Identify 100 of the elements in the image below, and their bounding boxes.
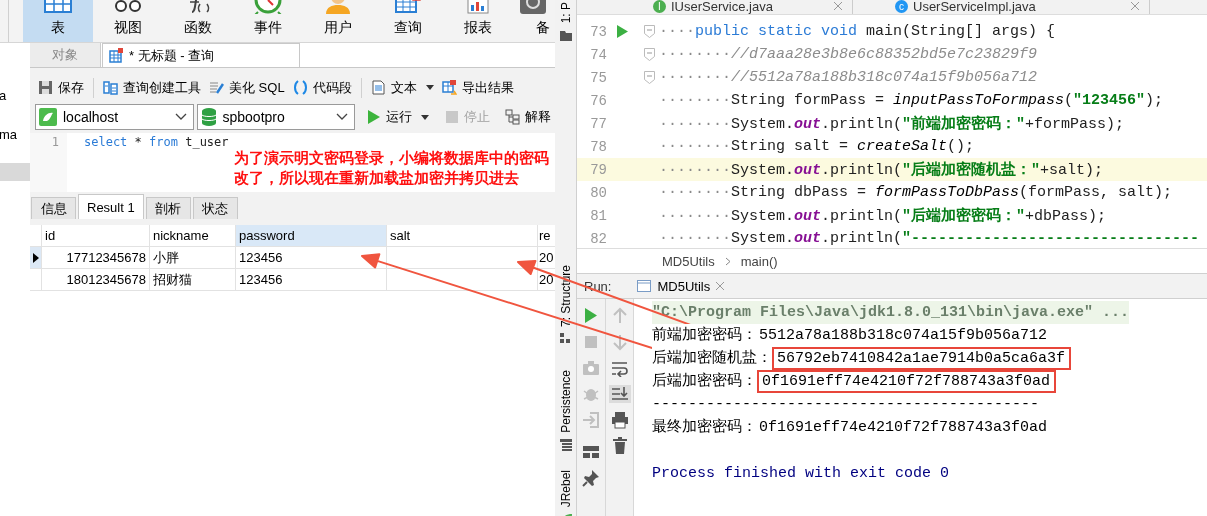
- code-line: ········System.out.println("后端加密密码："+dbPass);: [659, 206, 1107, 225]
- sql-code: select * from t_user: [83, 134, 229, 151]
- table-icon: [42, 0, 74, 14]
- ribbon-button[interactable]: 用户: [303, 0, 373, 42]
- code-line: ········System.out.println("--------------------------------: [659, 230, 1200, 247]
- chevron-icon: [174, 113, 187, 121]
- line-number: 74: [589, 46, 607, 63]
- line-number: 81: [589, 207, 607, 224]
- tool-window-tab[interactable]: 1: P: [558, 2, 573, 24]
- tree-item[interactable]: a: [0, 87, 7, 105]
- camera-icon: [582, 359, 600, 377]
- tab[interactable]: 信息: [31, 197, 76, 219]
- export-icon: [441, 80, 457, 95]
- column-header[interactable]: id: [42, 225, 150, 247]
- line-number: 80: [589, 184, 607, 201]
- dropdown-button[interactable]: 文本: [366, 76, 438, 99]
- breadcrumb-item[interactable]: MD5Utils: [662, 253, 715, 269]
- down-arrow-icon: [610, 333, 629, 351]
- console-line: Process finished with exit code 0: [652, 464, 950, 484]
- console-icon: [637, 280, 652, 292]
- play-icon: [366, 109, 381, 125]
- column-header[interactable]: salt: [387, 225, 538, 247]
- toolbar-button[interactable]: 美化 SQL: [205, 76, 289, 99]
- database-dropdown[interactable]: spbootpro: [196, 104, 355, 130]
- toolbar-button[interactable]: 运行: [362, 106, 433, 128]
- current-row-icon: [33, 252, 39, 263]
- console-value: 5512a78a188b318c074a15f9b056a712: [758, 326, 1049, 346]
- scroll-end-icon: [610, 385, 629, 403]
- print-icon: [610, 411, 629, 429]
- breadcrumb-item[interactable]: main(): [740, 253, 778, 269]
- query-builder-icon: [103, 80, 118, 95]
- wrap-icon: [610, 359, 629, 377]
- toolbar-button[interactable]: 导出结果: [437, 76, 518, 99]
- beautify-icon: [209, 80, 224, 95]
- document-icon: [370, 80, 386, 95]
- console-value: 0f1691eff74e4210f72f788743a3f0ad: [757, 370, 1057, 393]
- chevron-icon: [336, 113, 348, 121]
- line-number: 82: [589, 230, 607, 247]
- line-number: 1: [30, 133, 67, 192]
- tab[interactable]: Result 1: [78, 194, 144, 219]
- database-icon: [200, 108, 217, 126]
- brackets-icon: [292, 80, 308, 95]
- stop-icon: [444, 109, 459, 125]
- code-line: ········//d7aaa28e3b8e6c88352bd5e7c23829f9: [659, 46, 1038, 63]
- ribbon-button[interactable]: 函数: [163, 0, 233, 42]
- column-header[interactable]: password: [236, 225, 387, 247]
- explain-icon: [505, 109, 520, 125]
- code-line: ········//5512a78a188b318c074a15f9b056a712: [659, 69, 1038, 86]
- code-line: ········System.out.println("前端加密密码："+formPass);: [659, 114, 1125, 133]
- ribbon-button[interactable]: 视图: [93, 0, 163, 42]
- tool-window-tab[interactable]: Persistence: [558, 370, 573, 434]
- console-line: -------------------------------------------: [652, 395, 1040, 415]
- table-cell: 招财猫: [150, 269, 236, 291]
- connection-dropdown[interactable]: localhost: [35, 104, 194, 130]
- tab[interactable]: 状态: [192, 197, 238, 219]
- ribbon-button[interactable]: 备: [513, 0, 555, 42]
- tab[interactable]: 剖析: [145, 197, 191, 219]
- close-icon: [716, 282, 725, 290]
- console-label: 后端加密随机盐：: [652, 347, 772, 370]
- code-line: ········String salt = createSalt();: [659, 138, 975, 155]
- line-number: 78: [589, 138, 607, 155]
- play-icon: [582, 307, 600, 325]
- chevron-icon: [724, 256, 731, 266]
- tree-item[interactable]: ma: [0, 126, 18, 144]
- toolbar-button[interactable]: 查询创建工具: [99, 76, 205, 99]
- line-number: 77: [589, 115, 607, 132]
- toolbar-button[interactable]: 代码段: [288, 76, 356, 99]
- code-line: ········String formPass = inputPassToFormpass("123456");: [659, 92, 1164, 109]
- close-icon: [1131, 2, 1139, 10]
- connection-icon: [39, 108, 57, 126]
- persistence-icon: [559, 439, 572, 453]
- column-header[interactable]: nickname: [150, 225, 236, 247]
- editor-tab[interactable]: IUserService.java: [671, 0, 773, 14]
- ribbon-button[interactable]: 事件: [233, 0, 303, 42]
- folder-icon: [559, 29, 572, 43]
- annotation-text: 为了演示明文密码登录，小编将数据库中的密码改了，所以现在重新加载盐加密并拷贝进去: [234, 148, 550, 188]
- code-line: ····public static void main(String[] args) {: [659, 23, 1056, 40]
- console-label: 前端加密密码：: [652, 324, 757, 347]
- query-icon: [109, 48, 124, 63]
- file-badge: c: [895, 0, 908, 13]
- console-value: 56792eb7410842a1ae7914b0a5ca6a3f: [772, 347, 1072, 370]
- editor-tab[interactable]: UserServiceImpl.java: [913, 0, 1036, 14]
- caret-icon: [421, 114, 429, 120]
- toolbar-button[interactable]: 保存: [34, 76, 88, 99]
- ribbon-button[interactable]: 查询: [373, 0, 443, 42]
- tab[interactable]: * 无标题 - 查询: [102, 43, 300, 67]
- tool-window-tab[interactable]: 7: Structure: [558, 265, 573, 328]
- run-tab[interactable]: MD5Utils: [631, 274, 731, 298]
- toolbar-button[interactable]: 解释: [501, 106, 555, 128]
- table-cell: 17712345678: [42, 247, 150, 269]
- ribbon-button[interactable]: 报表: [443, 0, 513, 42]
- stop-icon: [582, 333, 600, 351]
- tool-window-tab[interactable]: JRebel: [558, 470, 573, 508]
- save-icon: [38, 80, 53, 95]
- trash-icon: [610, 437, 629, 455]
- file-badge: I: [653, 0, 666, 13]
- code-line: ········String dbPass = formPassToDbPass(formPass, salt);: [659, 184, 1173, 201]
- ribbon-button[interactable]: 表: [23, 0, 93, 42]
- table-cell: 小胖: [150, 247, 236, 269]
- line-number: 73: [589, 23, 607, 40]
